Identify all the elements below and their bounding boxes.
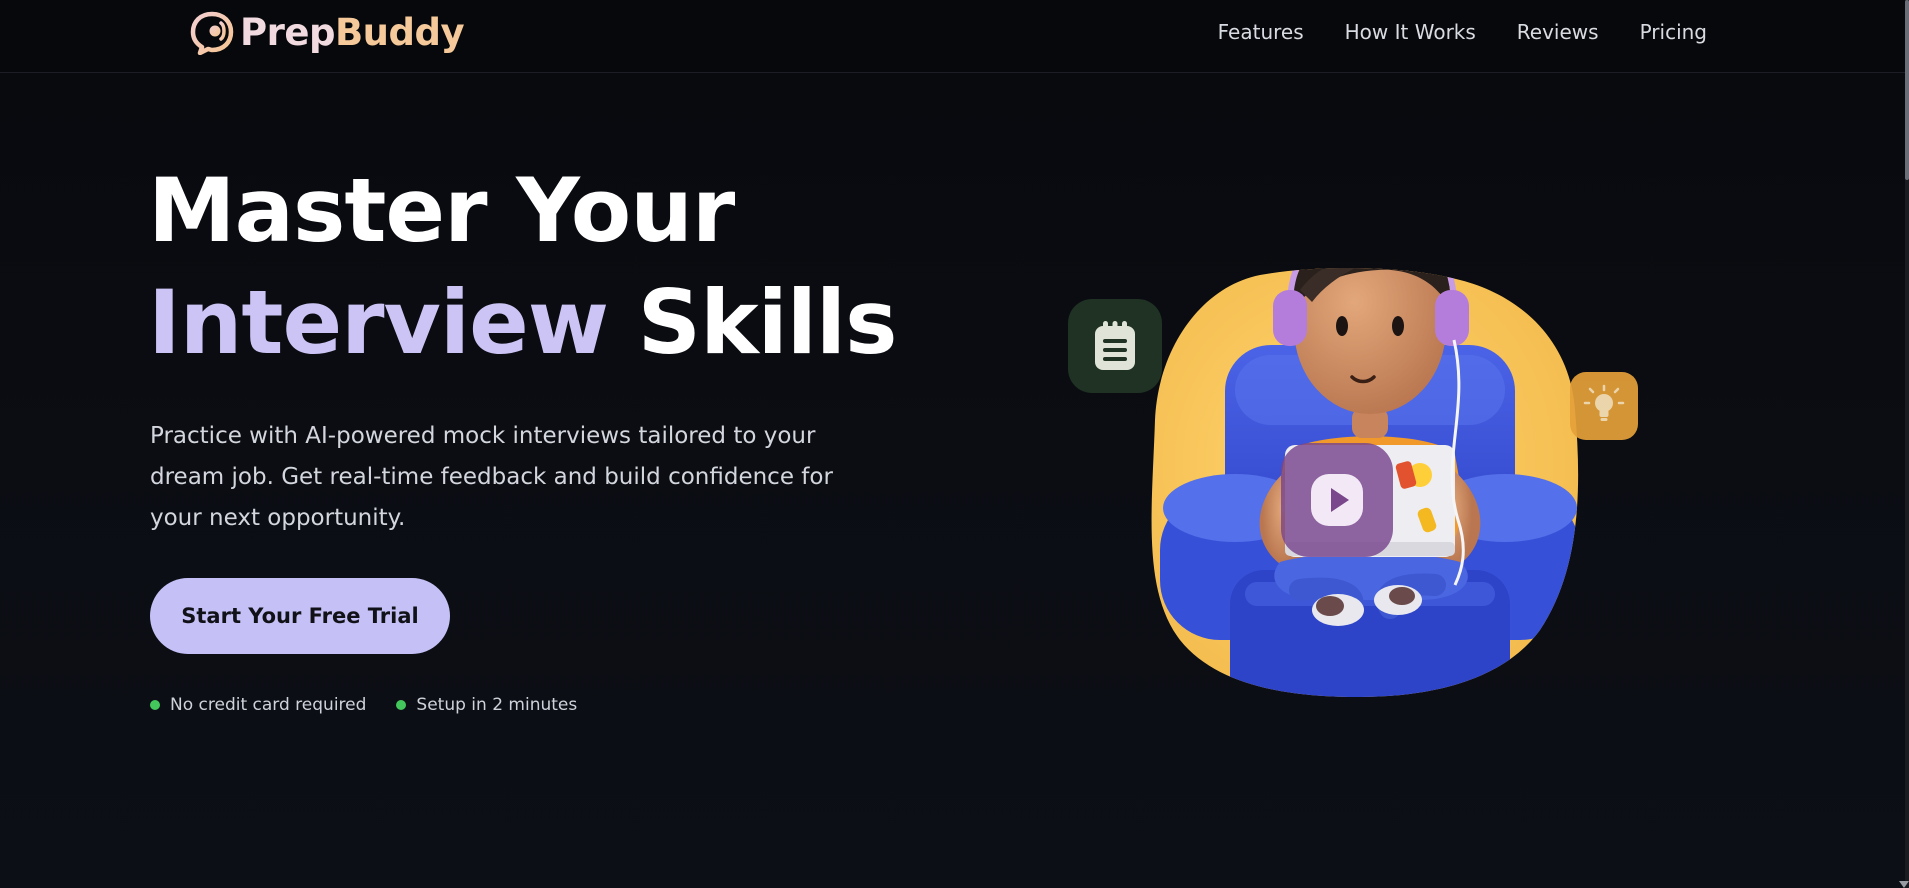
notepad-icon — [1095, 321, 1135, 370]
nav-link-reviews[interactable]: Reviews — [1517, 18, 1599, 46]
start-free-trial-button[interactable]: Start Your Free Trial — [150, 578, 450, 654]
scrollbar-thumb[interactable] — [1905, 0, 1909, 180]
green-dot-icon — [396, 700, 407, 710]
nav-links: Features How It Works Reviews Pricing — [1218, 18, 1707, 46]
brand-wordmark: PrepBuddy — [240, 10, 465, 56]
note-label: Setup in 2 minutes — [416, 695, 578, 715]
top-navbar: PrepBuddy Features How It Works Reviews … — [0, 0, 1905, 73]
brand-logo[interactable]: PrepBuddy — [190, 10, 465, 56]
brand-suffix: Buddy — [334, 11, 465, 54]
notes-badge[interactable] — [1068, 299, 1162, 393]
chat-bubble-logo-icon — [190, 11, 234, 55]
hero-title: Master Your Interview Skills — [148, 155, 898, 379]
brand-prefix: Prep — [240, 11, 335, 54]
hero-title-accent: Interview — [148, 271, 609, 374]
play-video-button[interactable] — [1281, 443, 1393, 557]
note-label: No credit card required — [170, 695, 367, 715]
nav-link-pricing[interactable]: Pricing — [1640, 18, 1707, 46]
green-dot-icon — [150, 700, 160, 710]
scroll-down-arrow-icon[interactable] — [1899, 881, 1909, 888]
hero-title-line-2: Interview Skills — [148, 267, 898, 379]
nav-link-how-it-works[interactable]: How It Works — [1345, 18, 1476, 46]
page-scrollbar[interactable] — [1899, 0, 1909, 888]
lightbulb-icon — [1583, 384, 1625, 421]
hero-subtitle: Practice with AI-powered mock interviews… — [150, 423, 833, 531]
landing-page: PrepBuddy Features How It Works Reviews … — [0, 0, 1909, 888]
nav-link-features[interactable]: Features — [1218, 18, 1304, 46]
play-icon — [1311, 474, 1363, 526]
note-no-credit-card: No credit card required — [150, 695, 366, 715]
note-setup-time: Setup in 2 minutes — [396, 695, 577, 715]
hero-notes: No credit card required Setup in 2 minut… — [150, 695, 577, 715]
hero-title-line-1: Master Your — [148, 159, 735, 262]
hero-title-line-2-rest: Skills — [608, 271, 898, 374]
idea-badge[interactable] — [1570, 372, 1638, 440]
